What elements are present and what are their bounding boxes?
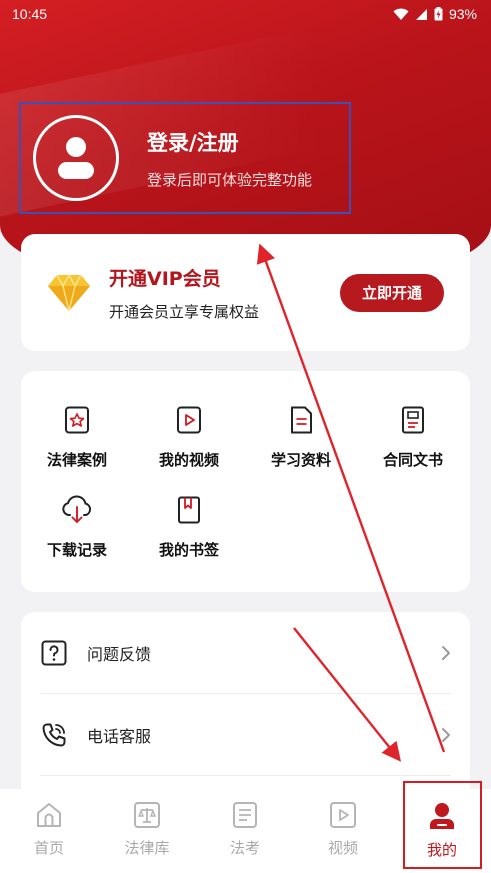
list-item-label: 问题反馈 (87, 645, 152, 664)
signal-icon (415, 8, 427, 20)
list-item-feedback[interactable]: 问题反馈 (41, 612, 451, 694)
battery-icon (434, 7, 443, 21)
tab-label: 法考 (229, 839, 260, 857)
tab-video[interactable]: 视频 (294, 789, 392, 873)
login-register-title[interactable]: 登录/注册 (147, 127, 312, 157)
feature-my-videos[interactable]: 我的视频 (133, 403, 245, 470)
divider (41, 775, 451, 776)
feature-download-history[interactable]: 下载记录 (21, 493, 133, 560)
vip-title: 开通VIP会员 (109, 267, 221, 290)
vip-subtitle: 开通会员立享专属权益 (109, 302, 260, 321)
status-time: 10:45 (12, 6, 48, 22)
battery-level: 93% (448, 6, 477, 22)
phone-icon (42, 723, 66, 747)
feature-contracts[interactable]: 合同文书 (357, 403, 469, 470)
feature-label: 下载记录 (46, 541, 107, 559)
wifi-icon (393, 8, 409, 20)
bookmark-icon (178, 496, 200, 524)
video-icon (177, 406, 201, 434)
star-document-icon (65, 406, 89, 434)
tab-label: 首页 (33, 839, 64, 857)
open-vip-button[interactable]: 立即开通 (340, 273, 444, 312)
annotation-highlight-box (403, 781, 482, 869)
status-bar: 10:45 93% (0, 0, 491, 28)
feature-label: 合同文书 (382, 451, 443, 469)
feature-label: 学习资料 (270, 451, 331, 469)
exam-icon (233, 802, 257, 828)
feature-legal-cases[interactable]: 法律案例 (21, 403, 133, 470)
home-icon (37, 803, 61, 827)
tab-label: 视频 (327, 839, 358, 857)
chevron-right-icon (442, 646, 450, 660)
avatar[interactable] (33, 115, 119, 201)
login-register-panel[interactable]: 登录/注册 登录后即可体验完整功能 (19, 102, 351, 214)
feature-label: 我的书签 (158, 541, 219, 559)
tab-home[interactable]: 首页 (0, 789, 98, 873)
tab-label: 法律库 (124, 839, 170, 857)
video-tab-icon (330, 802, 356, 828)
question-icon (41, 640, 67, 666)
cloud-download-icon (62, 495, 92, 523)
list-item-phone-support[interactable]: 电话客服 (41, 694, 451, 776)
feature-label: 法律案例 (46, 451, 107, 469)
feature-label: 我的视频 (158, 451, 219, 469)
contract-icon (402, 406, 424, 434)
chevron-right-icon (442, 728, 450, 742)
feature-study-materials[interactable]: 学习资料 (245, 403, 357, 470)
list-item-label: 电话客服 (87, 727, 152, 746)
user-icon (58, 137, 94, 179)
diamond-icon (48, 272, 90, 311)
tab-law-library[interactable]: 法律库 (98, 789, 196, 873)
law-library-icon (134, 802, 160, 828)
feature-my-bookmarks[interactable]: 我的书签 (133, 493, 245, 560)
features-grid: 法律案例 我的视频 学习资料 合同文书 下载记录 我的书签 (21, 371, 470, 592)
tab-law-exam[interactable]: 法考 (196, 789, 294, 873)
document-icon (291, 406, 312, 434)
login-hint: 登录后即可体验完整功能 (147, 170, 313, 189)
vip-card: 开通VIP会员 开通会员立享专属权益 立即开通 (21, 234, 470, 351)
